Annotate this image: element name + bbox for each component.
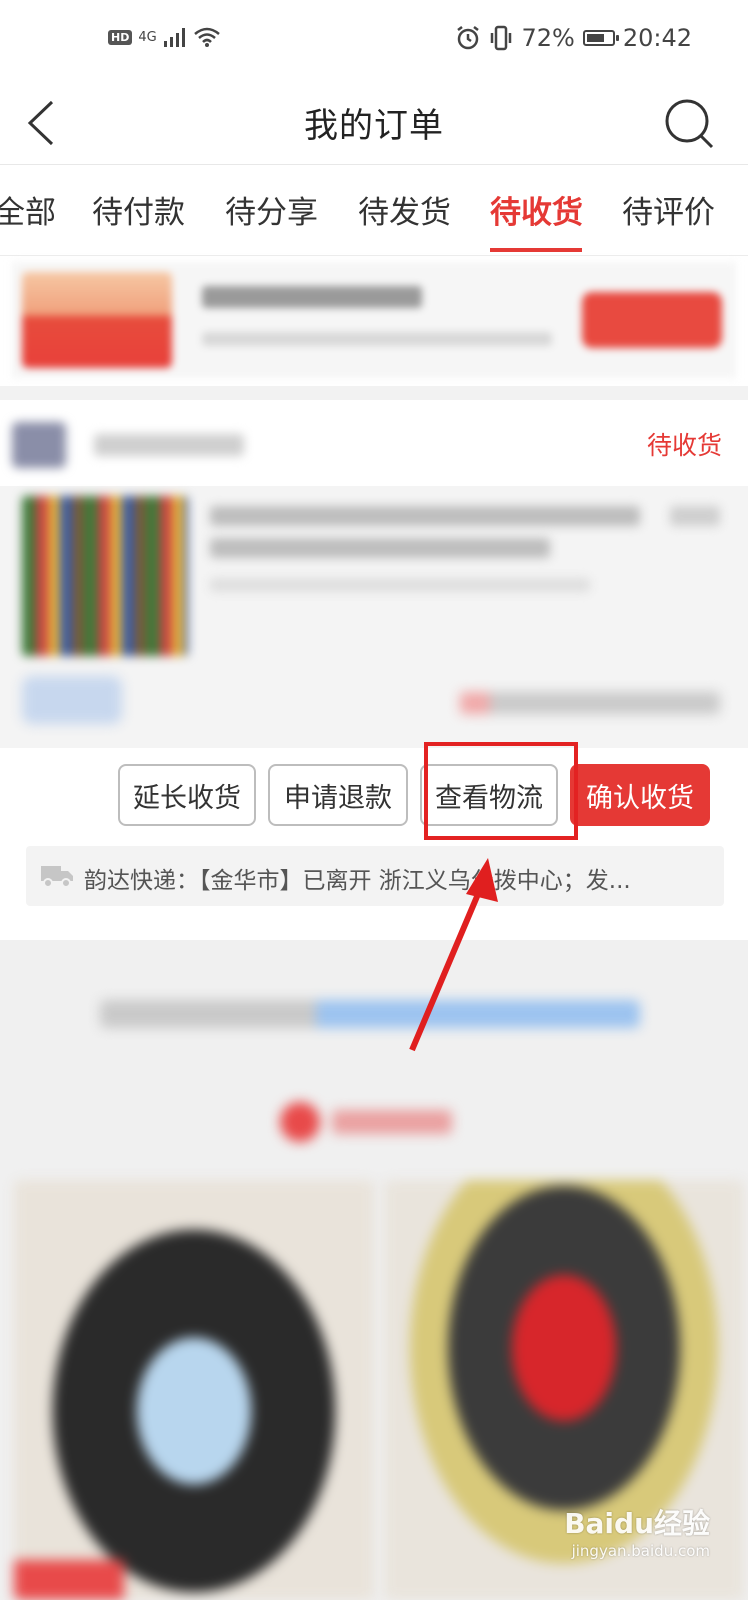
- tab-pending-payment[interactable]: 待付款: [92, 187, 185, 232]
- alarm-icon: [457, 26, 480, 50]
- signal-icon: [163, 28, 185, 47]
- section-divider: [0, 386, 748, 400]
- recommend-heading-text-blurred: [332, 1110, 452, 1134]
- search-icon[interactable]: [662, 96, 718, 152]
- status-right: 72% 20:42: [455, 24, 692, 52]
- recommend-icon: [280, 1102, 320, 1142]
- tab-pending-review[interactable]: 待评价: [622, 187, 715, 232]
- confirm-receipt-button[interactable]: 确认收货: [570, 764, 710, 826]
- promo-banner[interactable]: [12, 262, 736, 378]
- banner-subtitle-blurred: [202, 332, 552, 346]
- logistics-latest-text: 韵达快递：【金华市】已离开 浙江义乌分拨中心；发...: [84, 868, 631, 894]
- tab-pending-shipment[interactable]: 待发货: [358, 187, 451, 232]
- tab-pending-share[interactable]: 待分享: [225, 187, 318, 232]
- watermark-brand: Baidu经验: [564, 1507, 710, 1540]
- nav-header: 我的订单: [0, 84, 748, 165]
- product-title-blurred: [210, 506, 640, 526]
- recommended-product-card[interactable]: [14, 1180, 374, 1600]
- battery-percent: 72%: [521, 24, 575, 52]
- banner-title-blurred: [202, 286, 422, 308]
- status-bar: HD 4G 72% 20:42: [0, 0, 748, 84]
- product-title-line2-blurred: [210, 538, 550, 558]
- tab-pending-receipt[interactable]: 待收货: [490, 187, 583, 232]
- product-row[interactable]: [0, 486, 748, 748]
- wifi-icon: [193, 27, 220, 47]
- product-tag-blurred: [22, 676, 122, 724]
- extend-receipt-button[interactable]: 延长收货: [118, 764, 256, 826]
- vibrate-icon: [491, 25, 512, 51]
- request-refund-button[interactable]: 申请退款: [268, 764, 408, 826]
- order-actions: 延长收货 申请退款 查看物流 确认收货: [0, 764, 748, 830]
- clock: 20:42: [622, 24, 692, 52]
- recommendations-section: Baidu经验 jingyan.baidu.com: [0, 940, 748, 1600]
- product-price-blurred: [670, 506, 720, 526]
- product-image: [22, 496, 188, 656]
- banner-cta-button[interactable]: [582, 292, 722, 348]
- banner-thumbnail: [22, 272, 172, 368]
- watermark-site: jingyan.baidu.com: [571, 1542, 710, 1560]
- shop-name-blurred: [94, 434, 244, 456]
- baidu-watermark: Baidu经验 jingyan.baidu.com: [564, 1502, 710, 1560]
- shop-row[interactable]: 待收货: [0, 402, 748, 484]
- network-type: 4G: [138, 29, 157, 45]
- hd-badge: HD: [108, 29, 133, 45]
- logistics-info-bar[interactable]: 韵达快递：【金华市】已离开 浙江义乌分拨中心；发...: [26, 846, 724, 906]
- annotation-highlight-box: [424, 742, 578, 840]
- active-tab-indicator: [490, 248, 582, 252]
- order-status-badge: 待收货: [646, 431, 722, 460]
- battery-icon: [582, 30, 619, 46]
- order-total-blurred: [460, 692, 720, 714]
- product-spec-blurred: [210, 578, 590, 592]
- recommend-heading-blurred: [280, 1102, 460, 1142]
- truck-icon: [41, 866, 73, 888]
- blurred-hint-text: [100, 1000, 640, 1028]
- page-title: 我的订单: [304, 106, 444, 146]
- order-card: 待收货 延长收货 申请退款 查看物流 确认收货 韵达快递：【金华市】已离开 浙江…: [0, 402, 748, 922]
- shop-avatar: [12, 422, 66, 468]
- tab-all[interactable]: 全部: [0, 187, 56, 232]
- status-left: HD 4G: [108, 26, 221, 48]
- order-tabs: 全部 待付款 待分享 待发货 待收货 待评价: [0, 165, 748, 256]
